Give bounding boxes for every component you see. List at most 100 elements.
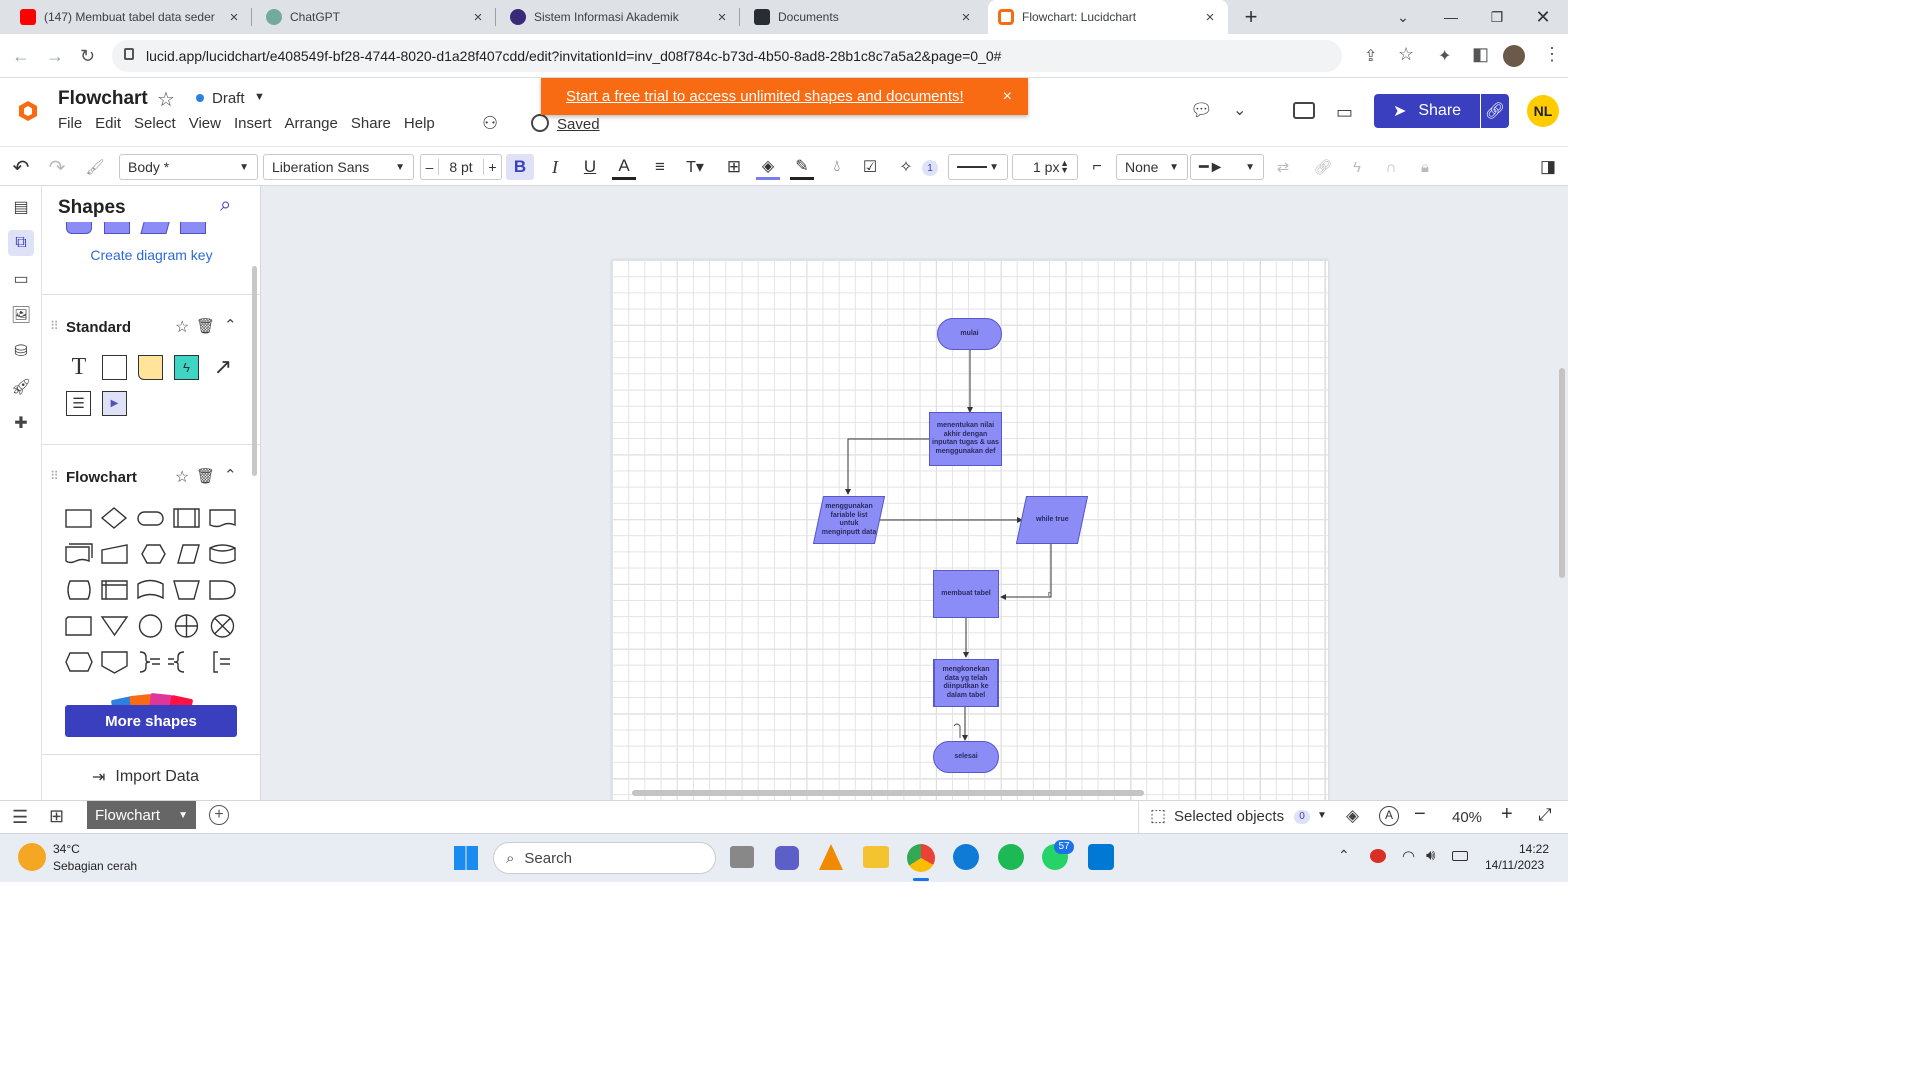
menu-help[interactable]: Help <box>404 115 435 132</box>
italic-button[interactable]: I <box>543 154 567 180</box>
drag-handle-icon[interactable]: ⠿ <box>50 319 59 333</box>
font-select[interactable]: Liberation Sans ▼ <box>263 154 414 180</box>
close-icon[interactable]: × <box>1003 88 1012 106</box>
star-icon[interactable]: ☆ <box>175 317 189 337</box>
wifi-icon[interactable]: ◠ <box>1402 847 1415 865</box>
zoom-in-icon[interactable]: + <box>1501 803 1513 826</box>
underline-button[interactable]: U <box>578 154 602 180</box>
teams-icon[interactable] <box>775 846 799 870</box>
close-icon[interactable]: × <box>958 9 974 26</box>
collapse-icon[interactable]: ⌃ <box>224 466 237 484</box>
font-size-value[interactable]: 8 pt <box>439 159 483 175</box>
menu-view[interactable]: View <box>189 115 221 132</box>
plugin-icon[interactable]: ✚ <box>8 410 34 436</box>
import-data-button[interactable]: ⇥ Import Data <box>92 767 199 787</box>
node-process[interactable]: membuat tabel <box>933 570 999 618</box>
more-shapes-button[interactable]: More shapes <box>65 705 237 737</box>
network-error-icon[interactable] <box>1370 849 1386 863</box>
lightning-icon[interactable]: ϟ <box>1346 154 1368 180</box>
file-explorer-icon[interactable] <box>863 846 889 868</box>
profile-avatar[interactable] <box>1503 45 1525 67</box>
rocket-icon[interactable]: 🚀︎ <box>8 374 34 400</box>
layers-icon[interactable]: ◈ <box>1346 806 1359 826</box>
comment-icon[interactable]: 💬︎ <box>1190 100 1213 121</box>
restore-icon[interactable]: ❐ <box>1474 0 1520 34</box>
collapse-icon[interactable]: ⌃ <box>224 316 237 334</box>
menu-arrange[interactable]: Arrange <box>285 115 338 132</box>
browser-tab[interactable]: (147) Membuat tabel data seder × <box>10 0 252 34</box>
data-icon[interactable]: ⛁ <box>8 338 34 364</box>
accessibility-icon[interactable]: A <box>1379 806 1399 826</box>
action-shape-icon[interactable]: ϟ <box>174 355 199 380</box>
panel-scrollbar[interactable] <box>252 266 257 476</box>
text-shape-icon[interactable]: T <box>66 354 92 380</box>
extensions-icon[interactable]: ✦ <box>1438 46 1451 66</box>
close-icon[interactable]: × <box>226 9 242 26</box>
browser-tab[interactable]: Sistem Informasi Akademik × <box>500 0 740 34</box>
lock-icon[interactable]: 🔒︎ <box>1414 154 1436 180</box>
format-painter-icon[interactable]: 🖌︎ <box>82 154 108 180</box>
decrease-font-button[interactable]: – <box>421 159 439 175</box>
magic-wand-icon[interactable]: ✧ <box>894 154 918 180</box>
selected-objects-label[interactable]: Selected objects <box>1174 808 1284 825</box>
vertical-scrollbar[interactable] <box>1559 368 1565 578</box>
create-diagram-key-link[interactable]: Create diagram key <box>42 247 260 263</box>
fill-color-icon[interactable]: ◈ <box>756 154 780 180</box>
tab-search-icon[interactable]: ⌄ <box>1380 0 1426 34</box>
close-window-icon[interactable]: ✕ <box>1520 0 1566 34</box>
browser-tab[interactable]: Documents × <box>744 0 984 34</box>
task-view-icon[interactable] <box>730 846 754 868</box>
back-icon[interactable]: ← <box>12 46 30 67</box>
node-selesai[interactable]: selesai <box>933 741 999 773</box>
node-mulai[interactable]: mulai <box>937 318 1002 350</box>
close-icon[interactable]: × <box>1202 9 1218 26</box>
node-data[interactable]: menggunakan fariable list untuk menginpu… <box>812 496 886 544</box>
templates-icon[interactable]: ▭ <box>8 266 34 292</box>
line-color-icon[interactable]: ✎ <box>790 154 814 180</box>
saved-status[interactable]: Saved <box>557 116 600 133</box>
close-icon[interactable]: × <box>470 9 486 26</box>
chrome-icon[interactable] <box>907 844 935 872</box>
more-menu-icon[interactable]: ⋮ <box>1543 44 1561 65</box>
side-panel-icon[interactable]: ◧ <box>1472 44 1489 65</box>
canvas-area[interactable]: n mulai menentukan nilai akhir dengan in… <box>261 186 1568 800</box>
drag-handle-icon[interactable]: ⠿ <box>50 469 59 483</box>
chevron-down-icon[interactable]: ▼ <box>254 91 265 103</box>
align-text-icon[interactable]: ≡ <box>648 154 672 180</box>
text-color-icon[interactable]: A <box>612 154 636 180</box>
image-icon[interactable]: 🖼︎ <box>8 302 34 328</box>
volume-icon[interactable]: 🔊︎ <box>1426 847 1435 864</box>
link-icon[interactable]: 🔗︎ <box>1312 154 1334 180</box>
conditional-format-icon[interactable]: ☑ <box>858 154 882 180</box>
pages-icon[interactable]: ▤ <box>8 194 34 220</box>
minimize-icon[interactable]: — <box>1428 0 1474 34</box>
spotify-icon[interactable] <box>998 844 1024 870</box>
share-page-icon[interactable]: ⇪ <box>1364 46 1377 66</box>
system-tray-chevron-icon[interactable]: ⌃ <box>1338 847 1350 864</box>
avatar[interactable]: NL <box>1527 95 1559 127</box>
right-panel-icon[interactable]: ◨ <box>1536 154 1560 180</box>
windows-start-icon[interactable] <box>454 846 478 870</box>
node-predefined-process[interactable]: mengkonekan data yg telah diinputkan ke … <box>933 659 999 707</box>
url-field[interactable]: lucid.app/lucidchart/e408549f-bf28-4744-… <box>112 40 1342 72</box>
node-data[interactable]: while true <box>1015 496 1089 544</box>
feature-find-icon[interactable]: ⚇ <box>482 113 498 134</box>
horizontal-scrollbar[interactable] <box>632 790 1144 796</box>
line-start-select[interactable]: None ▼ <box>1116 154 1188 180</box>
clock-time[interactable]: 14:22 <box>1519 842 1549 856</box>
lucid-logo-icon[interactable] <box>18 100 38 121</box>
trial-banner-link[interactable]: Start a free trial to access unlimited s… <box>566 88 964 105</box>
bold-button[interactable]: B <box>506 154 534 180</box>
bookmark-star-icon[interactable]: ☆ <box>1398 44 1414 65</box>
text-style-select[interactable]: Body * ▼ <box>119 154 258 180</box>
vlc-icon[interactable] <box>819 844 843 870</box>
favorite-star-icon[interactable]: ☆ <box>157 87 175 112</box>
browser-tab[interactable]: ChatGPT × <box>256 0 496 34</box>
chevron-down-icon[interactable]: ▼ <box>1317 810 1327 821</box>
node-process[interactable]: menentukan nilai akhir dengan inputan tu… <box>929 412 1002 466</box>
line-end-select[interactable]: ━► ▼ <box>1190 154 1264 180</box>
chevron-down-icon[interactable]: ⌄ <box>1233 100 1246 120</box>
reload-icon[interactable]: ↻ <box>80 46 95 67</box>
add-page-icon[interactable]: + <box>209 805 229 825</box>
opacity-icon[interactable]: 💧︎ <box>826 154 848 180</box>
